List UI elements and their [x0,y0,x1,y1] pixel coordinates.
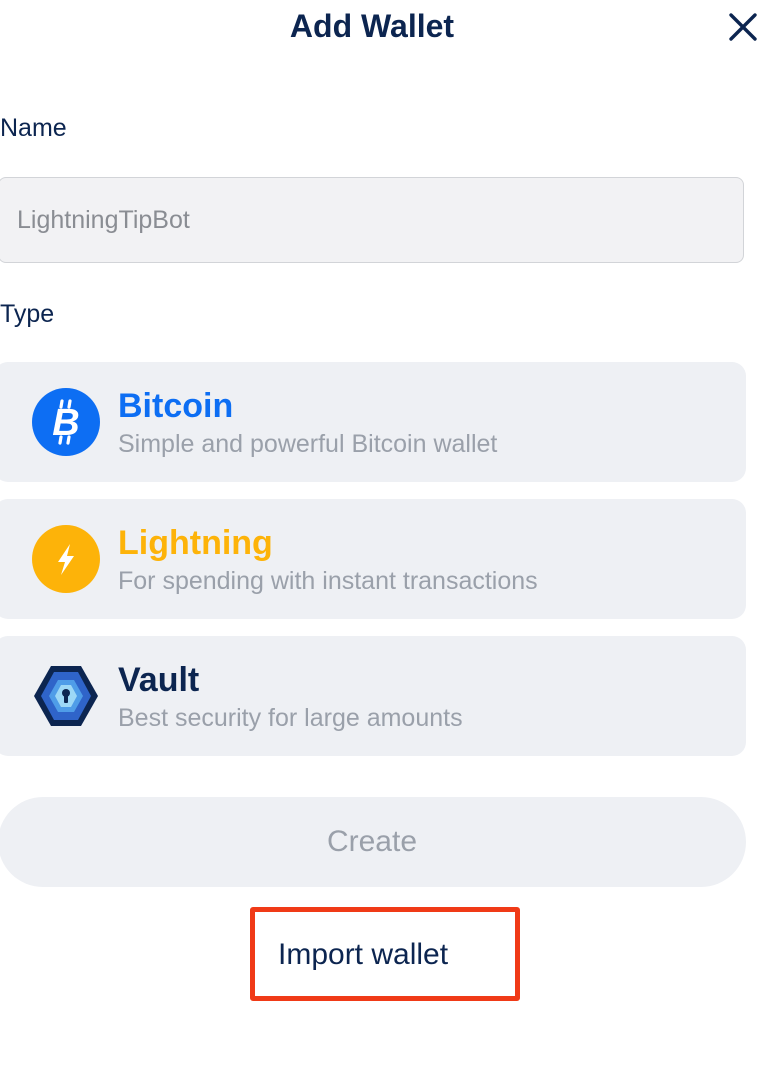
close-button[interactable] [724,8,758,46]
bitcoin-icon: B [32,388,100,456]
lightning-icon [32,525,100,593]
bitcoin-title: Bitcoin [118,387,234,425]
wallet-type-vault[interactable]: Vault Best security for large amounts [0,636,746,756]
vault-description: Best security for large amounts [118,704,463,732]
vault-title: Vault [118,661,200,699]
svg-text:B: B [52,402,79,444]
wallet-name-input[interactable] [0,177,744,263]
import-wallet-button[interactable]: Import wallet [278,935,448,975]
close-icon [729,13,757,41]
page-title: Add Wallet [289,8,455,44]
lightning-title: Lightning [118,524,273,562]
wallet-type-lightning[interactable]: Lightning For spending with instant tran… [0,499,746,619]
vault-icon [34,666,98,726]
wallet-type-bitcoin[interactable]: B Bitcoin Simple and powerful Bitcoin wa… [0,362,746,482]
bitcoin-description: Simple and powerful Bitcoin wallet [118,430,498,458]
create-button[interactable]: Create [0,797,746,887]
type-label: Type [0,300,55,328]
lightning-description: For spending with instant transactions [118,567,538,595]
name-label: Name [0,114,67,142]
